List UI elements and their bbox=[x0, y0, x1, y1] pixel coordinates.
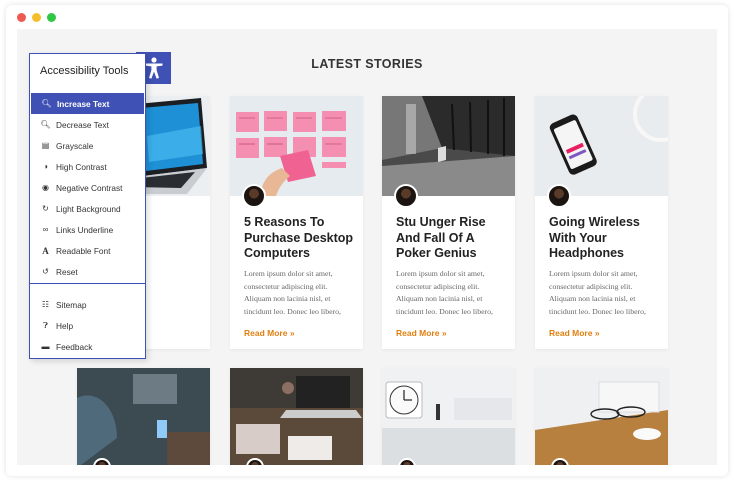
grayscale-button[interactable]: ▤ Grayscale bbox=[30, 135, 145, 156]
story-thumbnail-clock[interactable] bbox=[382, 368, 515, 465]
story-thumbnail-glasses[interactable] bbox=[535, 368, 668, 465]
read-more-link[interactable]: Read More » bbox=[396, 328, 447, 338]
story-card[interactable] bbox=[382, 368, 515, 465]
story-title[interactable]: Going Wireless With Your Headphones bbox=[549, 215, 661, 262]
story-card[interactable] bbox=[230, 368, 363, 465]
story-thumbnail-office-corridor[interactable] bbox=[382, 96, 515, 196]
zoom-in-icon: 🔍︎ bbox=[41, 99, 52, 108]
sitemap-icon: ☷ bbox=[41, 300, 50, 309]
grayscale-icon: ▤ bbox=[41, 141, 50, 150]
author-avatar[interactable] bbox=[242, 184, 266, 208]
window-controls bbox=[17, 13, 56, 22]
story-card[interactable]: 5 Reasons To Purchase Desktop Computers … bbox=[230, 96, 363, 349]
close-window-button[interactable] bbox=[17, 13, 26, 22]
accessibility-menu: 🔍︎ Increase Text 🔍︎ Decrease Text ▤ Graysca… bbox=[30, 93, 145, 282]
feedback-icon: ▬ bbox=[41, 342, 50, 351]
story-card[interactable]: Going Wireless With Your Headphones Lore… bbox=[535, 96, 668, 349]
font-icon: A bbox=[42, 245, 49, 256]
story-card[interactable] bbox=[535, 368, 668, 465]
panel-title: Accessibility Tools bbox=[40, 65, 129, 77]
story-thumbnail-sticky-notes[interactable] bbox=[230, 96, 363, 196]
story-thumbnail-smartphone[interactable] bbox=[535, 96, 668, 196]
story-thumbnail-desk-laptop[interactable] bbox=[230, 368, 363, 465]
page-viewport: LATEST STORIES ...reless ...r ...nes bbox=[17, 29, 717, 465]
help-link[interactable]: ❓︎ Help bbox=[30, 315, 145, 336]
story-title[interactable]: Stu Unger Rise And Fall Of A Poker Geniu… bbox=[396, 215, 508, 262]
decrease-text-button[interactable]: 🔍︎ Decrease Text bbox=[30, 114, 145, 135]
readable-font-button[interactable]: A Readable Font bbox=[30, 240, 145, 261]
story-card[interactable] bbox=[77, 368, 210, 465]
story-excerpt: Lorem ipsum dolor sit amet, consectetur … bbox=[244, 269, 342, 316]
story-excerpt: Lorem ipsum dolor sit amet, consectetur … bbox=[396, 269, 494, 316]
high-contrast-button[interactable]: ◑ High Contrast bbox=[30, 156, 145, 177]
read-more-link[interactable]: Read More » bbox=[244, 328, 295, 338]
link-icon: ∞ bbox=[42, 225, 49, 234]
author-avatar[interactable] bbox=[394, 184, 418, 208]
lightbulb-icon: ↻ bbox=[42, 204, 49, 213]
help-icon: ❓︎ bbox=[43, 320, 48, 330]
contrast-icon: ◑ bbox=[43, 162, 48, 171]
negative-contrast-button[interactable]: ◉ Negative Contrast bbox=[30, 177, 145, 198]
reset-icon: ↺ bbox=[42, 267, 49, 276]
maximize-window-button[interactable] bbox=[47, 13, 56, 22]
story-excerpt: Lorem ipsum dolor sit amet, consectetur … bbox=[549, 269, 647, 316]
story-card[interactable]: Stu Unger Rise And Fall Of A Poker Geniu… bbox=[382, 96, 515, 349]
story-thumbnail-desk-person[interactable] bbox=[77, 368, 210, 465]
read-more-link[interactable]: Read More » bbox=[549, 328, 600, 338]
accessibility-links: ☷ Sitemap ❓︎ Help ▬ Feedback bbox=[30, 294, 145, 357]
increase-text-button[interactable]: 🔍︎ Increase Text bbox=[31, 93, 144, 114]
accessibility-panel: Accessibility Tools 🔍︎ Increase Text 🔍︎ De… bbox=[29, 53, 146, 359]
reset-button[interactable]: ↺ Reset bbox=[30, 261, 145, 282]
zoom-out-icon: 🔍︎ bbox=[40, 120, 51, 129]
story-title[interactable]: 5 Reasons To Purchase Desktop Computers bbox=[244, 215, 356, 262]
sitemap-link[interactable]: ☷ Sitemap bbox=[30, 294, 145, 315]
eye-icon: ◉ bbox=[42, 183, 49, 192]
accessibility-icon bbox=[145, 57, 162, 79]
light-background-button[interactable]: ↻ Light Background bbox=[30, 198, 145, 219]
feedback-link[interactable]: ▬ Feedback bbox=[30, 336, 145, 357]
panel-divider bbox=[30, 283, 145, 284]
links-underline-button[interactable]: ∞ Links Underline bbox=[30, 219, 145, 240]
minimize-window-button[interactable] bbox=[32, 13, 41, 22]
browser-window: LATEST STORIES ...reless ...r ...nes bbox=[6, 5, 728, 476]
author-avatar[interactable] bbox=[547, 184, 571, 208]
